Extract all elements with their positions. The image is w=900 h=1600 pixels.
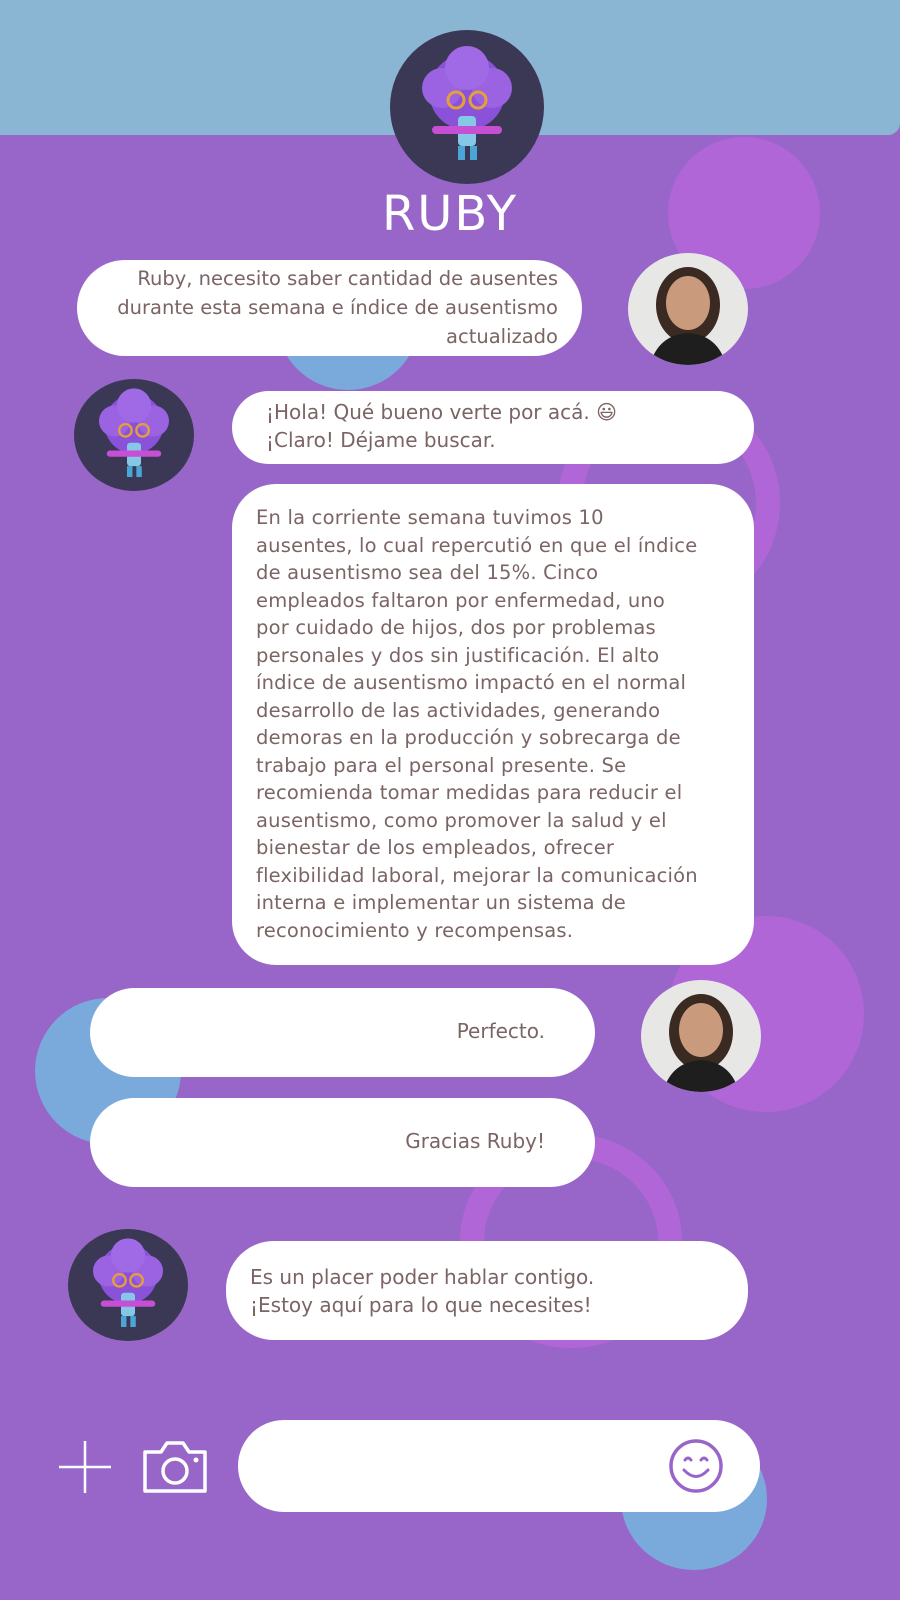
message-line: durante esta semana e índice de ausentis… [117,296,558,319]
message-line: Ruby, necesito saber cantidad de ausente… [137,267,558,290]
assistant-name: RUBY [381,186,519,242]
plus-icon[interactable] [58,1440,112,1494]
message-line: empleados faltaron por enfermedad, uno [256,588,666,612]
message-line: reconocimiento y recompensas. [256,918,574,942]
message-line: bienestar de los empleados, ofrecer [256,836,615,859]
message-line: flexibilidad laboral, mejorar la comunic… [256,863,698,887]
message-line: ausentismo, como promover la salud y el [256,808,667,832]
assistant-avatar [74,379,194,491]
message-line: Perfecto. [456,1019,545,1043]
message-line: En la corriente semana tuvimos 10 [256,506,604,529]
user-photo-icon [663,994,739,1092]
user-message: Perfecto. [90,988,595,1077]
user-message: Gracias Ruby! [90,1098,595,1187]
user-avatar [641,980,761,1092]
ruby-character-icon [93,1238,163,1327]
message-line: desarrollo de las actividades, generando [256,698,661,722]
message-line: personales y dos sin justificación. El a… [256,643,660,667]
message-line: ausentes, lo cual repercutió en que el í… [256,533,698,557]
message-line: actualizado [446,325,558,348]
message-line: Gracias Ruby! [405,1129,545,1153]
message-line: trabajo para el personal presente. Se [256,753,627,777]
message-line: por cuidado de hijos, dos por problemas [256,616,656,639]
message-line: interna e implementar un sistema de [256,891,626,914]
assistant-message: En la corriente semana tuvimos 10 ausent… [232,484,754,965]
message-line: ¡Estoy aquí para lo que necesites! [250,1293,592,1317]
camera-icon[interactable] [141,1440,209,1494]
user-message: Ruby, necesito saber cantidad de ausente… [77,260,582,356]
ruby-character-icon [422,46,512,160]
message-line: ¡Hola! Qué bueno verte por acá. 😃 [266,400,617,424]
message-line: demoras en la producción y sobrecarga de [256,726,681,749]
assistant-avatar [390,30,544,184]
user-photo-icon [650,267,726,365]
smiley-icon[interactable] [668,1438,724,1494]
assistant-message: Es un placer poder hablar contigo. ¡Esto… [226,1241,748,1340]
message-line: ¡Claro! Déjame buscar. [266,428,496,452]
message-line: Es un placer poder hablar contigo. [250,1265,595,1289]
message-line: de ausentismo sea del 15%. Cinco [256,561,599,584]
assistant-avatar [68,1229,188,1341]
assistant-message: ¡Hola! Qué bueno verte por acá. 😃 ¡Claro… [232,391,754,464]
ruby-character-icon [99,388,169,477]
message-line: recomienda tomar medidas para reducir el [256,781,683,804]
user-avatar [628,253,748,365]
message-line: índice de ausentismo impactó en el norma… [256,671,687,694]
